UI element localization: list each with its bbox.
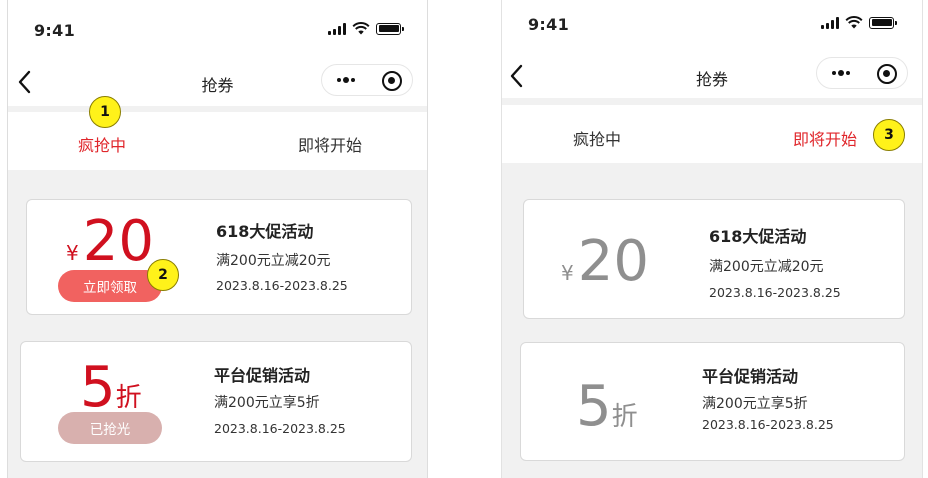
coupon-title: 618大促活动: [216, 222, 314, 241]
sold-out-button: 已抢光: [58, 412, 162, 444]
coupon-description: 满200元立享5折: [702, 396, 808, 412]
coupon-value: 20: [82, 209, 154, 274]
annotation-marker-3: 3: [873, 119, 905, 151]
tab-hot[interactable]: 疯抢中: [78, 132, 126, 156]
phone-screen-upcoming: 9:41 抢券 疯抢中 即将开始 3 ¥ 20 618大促活动 满200元立减2…: [501, 0, 923, 478]
mini-program-capsule[interactable]: [816, 57, 908, 89]
coupon-description: 满200元立享5折: [214, 395, 320, 411]
coupon-description: 满200元立减20元: [216, 253, 331, 269]
mini-program-close-icon[interactable]: [382, 71, 402, 91]
coupon-card: ¥ 20 618大促活动 满200元立减20元 2023.8.16-2023.8…: [523, 199, 905, 319]
coupon-unit: 折: [611, 402, 638, 432]
coupon-value: 5: [80, 355, 116, 420]
coupon-amount: ¥ 20: [66, 214, 154, 270]
coupon-title: 618大促活动: [709, 227, 807, 246]
coupon-value: 5: [576, 374, 612, 439]
wifi-icon: [352, 22, 370, 35]
coupon-amount: 5 折: [576, 379, 638, 435]
tab-bar: 疯抢中 即将开始: [502, 105, 922, 163]
more-dots-icon[interactable]: [334, 73, 358, 87]
battery-icon: [869, 16, 897, 29]
coupon-date: 2023.8.16-2023.8.25: [214, 421, 346, 436]
signal-icon: [821, 16, 839, 29]
nav-bar: 抢券: [8, 50, 427, 106]
coupon-amount: ¥ 20: [561, 234, 649, 290]
tab-upcoming[interactable]: 即将开始: [298, 132, 362, 156]
currency-symbol: ¥: [66, 241, 79, 265]
coupon-date: 2023.8.16-2023.8.25: [216, 278, 348, 293]
status-icons: [328, 22, 404, 35]
mini-program-close-icon[interactable]: [877, 64, 897, 84]
coupon-description: 满200元立减20元: [709, 259, 824, 275]
status-time: 9:41: [34, 21, 75, 40]
signal-icon: [328, 22, 346, 35]
currency-symbol: ¥: [561, 261, 574, 285]
status-time: 9:41: [528, 15, 569, 34]
coupon-title: 平台促销活动: [214, 366, 311, 385]
wifi-icon: [845, 16, 863, 29]
battery-icon: [376, 22, 404, 35]
phone-screen-hot: 9:41 抢券 疯抢中 即将开始 1 ¥ 20 立即领取 618大促活动 满20…: [7, 0, 428, 478]
coupon-card: ¥ 20 立即领取 618大促活动 满200元立减20元 2023.8.16-2…: [26, 199, 412, 315]
coupon-value: 20: [577, 229, 649, 294]
nav-bar: 抢券: [502, 46, 922, 98]
coupon-card: 5 折 平台促销活动 满200元立享5折 2023.8.16-2023.8.25: [520, 342, 905, 461]
coupon-date: 2023.8.16-2023.8.25: [702, 417, 834, 432]
status-icons: [821, 16, 897, 29]
tab-upcoming[interactable]: 即将开始: [793, 126, 857, 150]
tab-hot[interactable]: 疯抢中: [573, 126, 621, 150]
annotation-marker-2: 2: [147, 259, 179, 291]
coupon-date: 2023.8.16-2023.8.25: [709, 285, 841, 300]
coupon-amount: 5 折: [80, 360, 142, 416]
status-bar: 9:41: [502, 0, 922, 46]
annotation-marker-1: 1: [89, 96, 121, 128]
tab-bar: 疯抢中 即将开始: [8, 112, 427, 170]
coupon-unit: 折: [115, 383, 142, 413]
status-bar: 9:41: [8, 0, 427, 50]
more-dots-icon[interactable]: [829, 66, 853, 80]
mini-program-capsule[interactable]: [321, 64, 413, 96]
coupon-card: 5 折 已抢光 平台促销活动 满200元立享5折 2023.8.16-2023.…: [20, 341, 412, 462]
coupon-title: 平台促销活动: [702, 367, 799, 386]
